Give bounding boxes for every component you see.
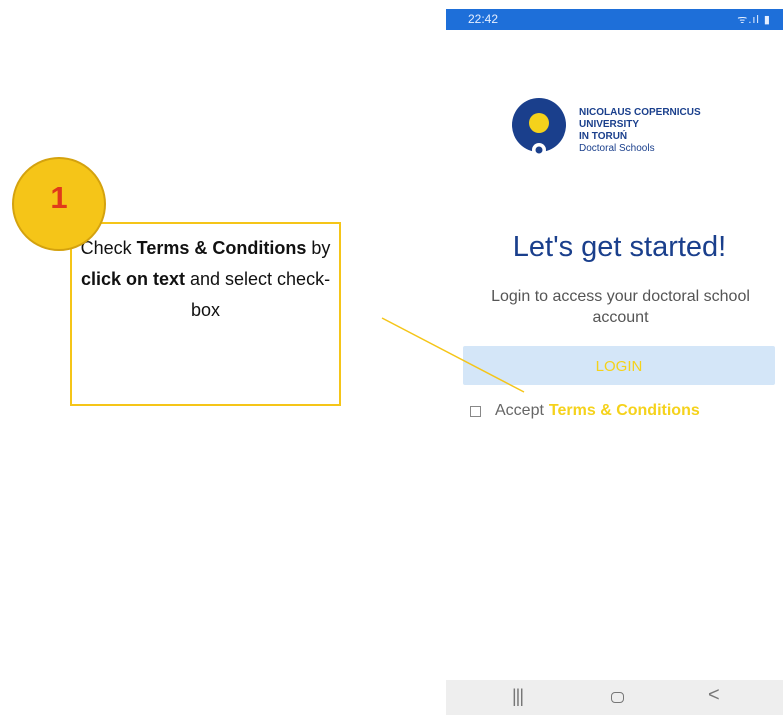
university-logo-icon xyxy=(512,98,566,157)
recents-icon[interactable]: ||| xyxy=(512,686,524,707)
callout-text-part: by xyxy=(306,238,331,258)
accept-terms-checkbox[interactable] xyxy=(470,405,481,417)
navigation-bar: ||| < xyxy=(446,680,783,715)
step-number: 1 xyxy=(50,180,68,215)
logo-line-4: Doctoral Schools xyxy=(579,143,655,154)
page-title: Let's get started! xyxy=(512,231,727,263)
home-icon[interactable] xyxy=(611,692,624,703)
logo-line-2: UNIVERSITY xyxy=(579,119,640,130)
callout-text-part: Check xyxy=(80,238,137,258)
callout-text: Check Terms & Conditions by click on tex… xyxy=(70,233,341,326)
callout-text-part: Terms & Conditions xyxy=(136,238,307,258)
callout-text-part: click on text xyxy=(80,269,185,289)
login-button[interactable]: LOGIN xyxy=(463,346,775,385)
back-icon[interactable]: < xyxy=(708,684,720,707)
terms-conditions-link[interactable]: Terms & Conditions xyxy=(549,402,700,420)
accept-terms-row: Accept Terms & Conditions xyxy=(470,401,700,421)
logo-line-1: NICOLAUS COPERNICUS xyxy=(579,107,701,118)
page-subtitle: Login to access your doctoral school acc… xyxy=(491,288,750,326)
logo-text: NICOLAUS COPERNICUS UNIVERSITY IN TORUŃ … xyxy=(579,107,701,155)
accept-label: Accept xyxy=(495,402,544,419)
callout-text-part: and select check-box xyxy=(184,269,331,320)
status-icons: ᯤ.ıl ▮ xyxy=(737,14,771,26)
logo-line-3: IN TORUŃ xyxy=(579,131,628,142)
status-bar: 22:42 ᯤ.ıl ▮ xyxy=(446,9,783,30)
status-time: 22:42 xyxy=(468,12,499,26)
phone-screen: 22:42 ᯤ.ıl ▮ NICOLAUS COPERNICUS UNIVERS… xyxy=(446,9,783,715)
